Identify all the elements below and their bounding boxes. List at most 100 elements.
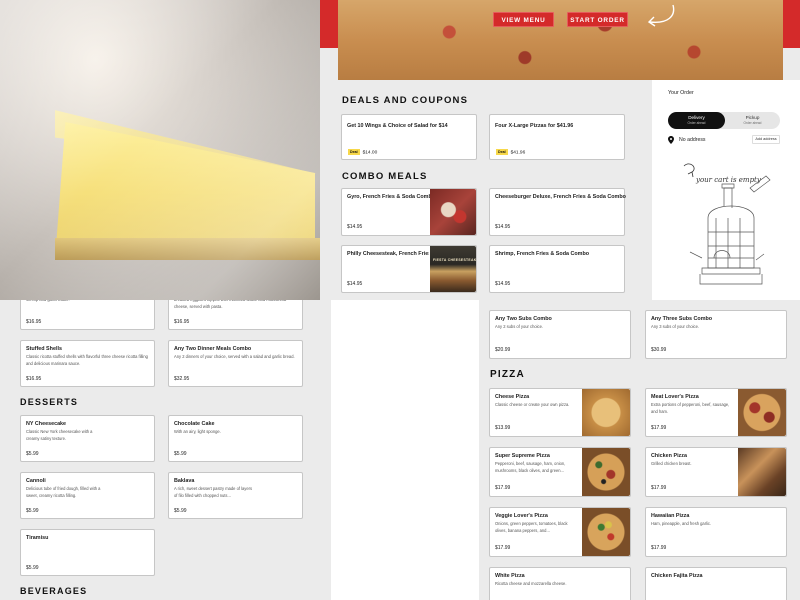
item-name: Four X-Large Pizzas for $41.96 (495, 123, 574, 129)
subs-card-two[interactable]: Any Two Subs Combo Any 2 subs of your ch… (489, 310, 631, 359)
item-name: NY Cheesecake (26, 421, 67, 427)
item-name: Chicken Fajita Pizza (651, 573, 703, 579)
gyro-photo (430, 189, 476, 235)
item-name: Meat Lover's Pizza (651, 394, 699, 400)
item-description: Delicious tube of fried dough, filled wi… (26, 486, 101, 498)
item-description: With an airy, light sponge. (174, 429, 221, 434)
item-name: Stuffed Shells (26, 346, 62, 352)
delivery-option[interactable]: Delivery Order ahead (668, 112, 725, 129)
item-price: $17.99 (495, 545, 511, 551)
deal-price-row: Deal $14.00 (348, 149, 377, 155)
combo-card-philly[interactable]: Philly Cheesesteak, French Fries & Soda … (341, 245, 477, 293)
item-price: $16.95 (174, 319, 190, 325)
item-price: $14.95 (495, 224, 511, 230)
menu-item-baklava[interactable]: Baklava A rich, sweet dessert pastry mad… (168, 472, 303, 519)
content-gutter (331, 300, 479, 600)
menu-item-tiramisu[interactable]: Tiramisu $5.99 (20, 529, 155, 576)
item-description: Ricotta cheese and mozzarella cheese. (495, 581, 567, 586)
cheesecake-photo (0, 0, 320, 300)
item-description: Onions, green peppers, tomatoes, black o… (495, 521, 568, 533)
item-price: $16.95 (26, 319, 42, 325)
item-price: $30.99 (651, 347, 667, 353)
item-price: $14.95 (347, 281, 363, 287)
item-description: Classic ricotta stuffed shells with flav… (26, 354, 148, 366)
pizza-card-cheese[interactable]: Cheese Pizza Classic cheese or create yo… (489, 388, 631, 437)
item-price: $14.00 (362, 150, 378, 156)
item-description: Any 2 dinners of your choice, served wit… (174, 354, 295, 359)
section-title-pizza: PIZZA (490, 369, 525, 380)
meat-lovers-pizza-photo (738, 389, 786, 436)
pizza-card-white[interactable]: White Pizza Ricotta cheese and mozzarell… (489, 567, 631, 600)
veggie-lovers-pizza-photo (582, 508, 630, 556)
item-price: $17.99 (651, 485, 667, 491)
item-name: Get 10 Wings & Choice of Salad for $14 (347, 123, 448, 129)
item-name: Any Two Dinner Meals Combo (174, 346, 252, 352)
location-pin-icon (668, 136, 674, 144)
item-price: $20.99 (495, 347, 511, 353)
item-name: Any Two Subs Combo (495, 316, 552, 322)
section-title-deals: DEALS AND COUPONS (342, 95, 469, 106)
section-title-desserts: DESSERTS (20, 397, 79, 407)
hero-pizza-photo (338, 0, 783, 80)
philly-photo: FIESTA CHEESESTEAK (430, 246, 476, 292)
deal-card-wings[interactable]: Get 10 Wings & Choice of Salad for $14 D… (341, 114, 477, 160)
delivery-pickup-toggle[interactable]: Delivery Order ahead Pickup Order ahead (668, 112, 780, 129)
menu-item-ny-cheesecake[interactable]: NY Cheesecake Classic New York cheesecak… (20, 415, 155, 462)
item-description: Any 3 subs of your choice. (651, 324, 700, 329)
add-address-button[interactable]: Add address (752, 135, 780, 144)
item-price: $5.99 (26, 508, 39, 514)
item-name: Chocolate Cake (174, 421, 215, 427)
photo-caption: FIESTA CHEESESTEAK (433, 258, 477, 262)
item-price: $16.95 (26, 376, 42, 382)
item-name: Philly Cheesesteak, French Fries & Soda … (347, 251, 429, 257)
chicken-pizza-photo (738, 448, 786, 496)
item-price: $5.99 (26, 451, 39, 457)
item-price: $41.96 (510, 150, 526, 156)
menu-item-cannoli[interactable]: Cannoli Delicious tube of fried dough, f… (20, 472, 155, 519)
pizza-card-chicken[interactable]: Chicken Pizza Grilled chicken breast. $1… (645, 447, 787, 497)
item-description: Extra portions of pepperoni, beef, sausa… (651, 402, 730, 414)
deal-badge: Deal (348, 149, 360, 155)
item-name: Shrimp, French Fries & Soda Combo (495, 251, 590, 257)
pizza-card-super-supreme[interactable]: Super Supreme Pizza Pepperoni, beef, sau… (489, 447, 631, 497)
item-name: Baklava (174, 478, 195, 484)
item-price: $13.99 (495, 425, 511, 431)
subs-card-three[interactable]: Any Three Subs Combo Any 3 subs of your … (645, 310, 787, 359)
combo-card-cheeseburger[interactable]: Cheeseburger Deluxe, French Fries & Soda… (489, 188, 626, 236)
section-title-beverages: BEVERAGES (20, 586, 88, 596)
item-name: Veggie Lover's Pizza (495, 513, 548, 519)
item-name: Chicken Pizza (651, 453, 687, 459)
item-price: $17.99 (495, 485, 511, 491)
item-name: Any Three Subs Combo (651, 316, 713, 322)
item-price: $17.99 (651, 425, 667, 431)
pizza-card-veggie-lovers[interactable]: Veggie Lover's Pizza Onions, green peppe… (489, 507, 631, 557)
item-name: Cannoli (26, 478, 46, 484)
item-price: $5.99 (174, 508, 187, 514)
item-name: Cheeseburger Deluxe, French Fries & Soda… (495, 194, 626, 200)
pizza-card-meat-lovers[interactable]: Meat Lover's Pizza Extra portions of pep… (645, 388, 787, 437)
item-price: $32.95 (174, 376, 190, 382)
cheese-pizza-photo (582, 389, 630, 436)
empty-cart-illustration (683, 163, 771, 285)
view-menu-button[interactable]: VIEW MENU (493, 12, 554, 27)
order-title: Your Order (668, 90, 694, 96)
item-price: $5.99 (174, 451, 187, 457)
item-price: $17.99 (651, 545, 667, 551)
pickup-option[interactable]: Pickup Order ahead (725, 112, 780, 129)
pizza-card-hawaiian[interactable]: Hawaiian Pizza Ham, pineapple, and fresh… (645, 507, 787, 557)
item-description: A rich, sweet dessert pastry made of lay… (174, 486, 253, 498)
item-name: Super Supreme Pizza (495, 453, 550, 459)
super-supreme-pizza-photo (582, 448, 630, 496)
combo-card-shrimp[interactable]: Shrimp, French Fries & Soda Combo $14.95 (489, 245, 625, 293)
item-price: $14.95 (495, 281, 511, 287)
menu-item-chocolate-cake[interactable]: Chocolate Cake With an airy, light spong… (168, 415, 303, 462)
item-name: White Pizza (495, 573, 525, 579)
menu-item-stuffed-shells[interactable]: Stuffed Shells Classic ricotta stuffed s… (20, 340, 155, 387)
start-order-button[interactable]: START ORDER (567, 12, 628, 27)
menu-item-dinner-combo[interactable]: Any Two Dinner Meals Combo Any 2 dinners… (168, 340, 303, 387)
item-name: Tiramisu (26, 535, 49, 541)
pizza-card-chicken-fajita[interactable]: Chicken Fajita Pizza (645, 567, 787, 600)
deal-card-pizzas[interactable]: Four X-Large Pizzas for $41.96 Deal $41.9… (489, 114, 625, 160)
item-name: Hawaiian Pizza (651, 513, 690, 519)
combo-card-gyro[interactable]: Gyro, French Fries & Soda Combo $14.95 (341, 188, 477, 236)
